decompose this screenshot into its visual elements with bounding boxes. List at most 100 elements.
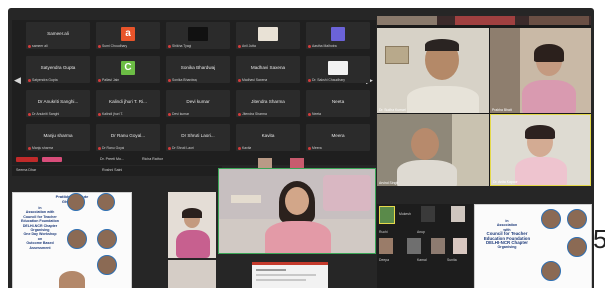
strip-label: Dr. Preeti Mo...: [100, 157, 124, 161]
participant-label: Dr Shruti Laori: [168, 146, 194, 150]
participant-tile[interactable]: Aastha Malhotra: [306, 22, 370, 49]
participant-tile[interactable]: a Sumi Choudhary: [96, 22, 160, 49]
participant-tile[interactable]: Meera Meera: [306, 124, 370, 151]
muted-mic-icon: [98, 146, 101, 150]
participant-tile[interactable]: C Pallavi Jain: [96, 56, 160, 83]
participant-tile[interactable]: Kavita Kavita: [236, 124, 300, 151]
gallery-strip: Dr. Preeti Mo... Richa Rathor: [12, 155, 376, 165]
participant-label-text: Pallavi Jain: [102, 78, 120, 82]
shared-screen[interactable]: [252, 262, 328, 288]
muted-mic-icon: [238, 146, 241, 150]
muted-mic-icon: [168, 112, 171, 116]
participant-name: Sonika Bhardwaj: [180, 65, 216, 70]
participant-tile[interactable]: Devi kumar Devi kumar: [166, 90, 230, 117]
thumb[interactable]: [431, 238, 445, 254]
participant-name: Devi kumar: [186, 99, 210, 104]
muted-mic-icon: [308, 146, 311, 150]
participant-name: Jitendra Sharma: [251, 99, 285, 104]
muted-mic-icon: [28, 78, 31, 82]
footer-label: Seema Dhar: [16, 168, 37, 172]
muted-mic-icon: [28, 146, 31, 150]
video-tile[interactable]: Arvind Singh: [377, 114, 489, 186]
participant-label: Dr. Sakshi Chaudhary: [308, 78, 345, 82]
avatar-image: [328, 61, 348, 75]
muted-mic-icon: [308, 44, 311, 48]
participant-tile[interactable]: Anil Jutta: [236, 22, 300, 49]
participant-label-text: Shikha Tyagi: [172, 44, 192, 48]
participant-gallery: ◀ ▶ Sameer.alisameer aliaSumi ChoudharyS…: [12, 20, 376, 164]
previous-page-icon[interactable]: ◀: [14, 75, 21, 86]
muted-mic-icon: [238, 44, 241, 48]
participant-label-text: Aastha Malhotra: [312, 44, 337, 48]
participant-label: Shikha Tyagi: [168, 44, 191, 48]
edge-digit: 5: [593, 224, 605, 254]
muted-mic-icon: [238, 78, 241, 82]
participant-label-text: Devi kumar: [172, 112, 190, 116]
participant-tile[interactable]: Sonika Bhardwaj Sonika Bhardwaj: [166, 56, 230, 83]
thumb[interactable]: [379, 238, 393, 254]
thumb[interactable]: [407, 238, 421, 254]
participant-tile[interactable]: Dr. Sakshi Chaudhary: [306, 56, 370, 83]
muted-mic-icon: [238, 112, 241, 116]
participant-label-text: Dr Shruti Laori: [172, 146, 194, 150]
participant-label: Aastha Malhotra: [308, 44, 337, 48]
top-video-row[interactable]: [377, 16, 591, 25]
participant-name: Manju sharma: [43, 133, 73, 138]
participant-label-text: Jitendra Sharma: [242, 112, 267, 116]
thumb-label: Ruchi: [379, 230, 388, 234]
avatar-image: [258, 27, 278, 41]
muted-mic-icon: [98, 78, 101, 82]
strip-label: Richa Rathor: [142, 157, 163, 161]
participant-tile[interactable]: Kalindi jhuri T. Ri... Kalindi jhuri T.: [96, 90, 160, 117]
muted-mic-icon: [308, 78, 311, 82]
video-tile[interactable]: Dr. Sudha Kumari: [377, 28, 489, 113]
participant-tile[interactable]: Neeta Neeta: [306, 90, 370, 117]
participant-tile[interactable]: Satyendra Gupta Satyendra Gupta: [26, 56, 90, 83]
avatar: a: [121, 27, 135, 41]
participant-name: Neeta: [331, 99, 345, 104]
thumb[interactable]: [453, 238, 467, 254]
muted-mic-icon: [98, 44, 101, 48]
participant-tile[interactable]: Dr Anukriti Sanghi... Dr Anukriti Sanghi: [26, 90, 90, 117]
thumb[interactable]: [379, 206, 395, 224]
thumb[interactable]: [451, 206, 465, 222]
video-tile[interactable]: [168, 260, 216, 288]
participant-name: Dr Anukriti Sanghi...: [37, 99, 79, 104]
participant-label: sameer ali: [28, 44, 48, 48]
muted-mic-icon: [28, 44, 31, 48]
video-tile[interactable]: [168, 192, 216, 258]
participant-name: Dr Shruti Laori...: [181, 133, 215, 138]
participant-label-text: Anil Jutta: [242, 44, 256, 48]
participant-tile[interactable]: Manju sharma Manju sharma: [26, 124, 90, 151]
participant-label-text: Sumi Choudhary: [102, 44, 128, 48]
participant-label: Manju sharma: [28, 146, 53, 150]
participant-label: Anil Jutta: [238, 44, 256, 48]
active-speaker-video[interactable]: [218, 168, 376, 254]
video-grid: Dr. Sudha Kumari Prabha Bhatt Arvind Sin…: [377, 16, 591, 186]
thumb[interactable]: [421, 206, 435, 222]
muted-mic-icon: [168, 146, 171, 150]
participant-label-text: Dr Ranu Goyal: [102, 146, 125, 150]
poster-line: Organising: [497, 245, 517, 250]
thumb-label: Anup: [417, 230, 425, 234]
participant-tile[interactable]: Dr Ranu Goyal... Dr Ranu Goyal: [96, 124, 160, 151]
video-label: Dr. Sudha Kumari: [379, 108, 406, 112]
thumb-label: Mukesh: [399, 212, 411, 216]
video-tile[interactable]: Prabha Bhatt: [490, 28, 591, 113]
participant-label-text: sameer ali: [32, 44, 48, 48]
participant-label-text: Madhavi Saxena: [242, 78, 268, 82]
participant-name: Kavita: [261, 133, 275, 138]
video-label: Prabha Bhatt: [492, 108, 512, 112]
poster-line: Assessment: [29, 245, 51, 250]
video-tile-active[interactable]: Dr. Anita Kapoor: [490, 114, 591, 186]
avatar: C: [121, 61, 135, 75]
participant-tile[interactable]: Sameer.ali sameer ali: [26, 22, 90, 49]
participant-tile[interactable]: Madhavi Saxena Madhavi Saxena: [236, 56, 300, 83]
participant-tile[interactable]: Jitendra Sharma Jitendra Sharma: [236, 90, 300, 117]
participant-tile[interactable]: Dr Shruti Laori... Dr Shruti Laori: [166, 124, 230, 151]
participant-label-text: Kavita: [242, 146, 252, 150]
participant-tile[interactable]: Shikha Tyagi: [166, 22, 230, 49]
muted-mic-icon: [168, 78, 171, 82]
thumb-label: Kamal: [417, 258, 427, 262]
gallery-footer: Seema Dhar Roshni Saini: [12, 166, 222, 176]
